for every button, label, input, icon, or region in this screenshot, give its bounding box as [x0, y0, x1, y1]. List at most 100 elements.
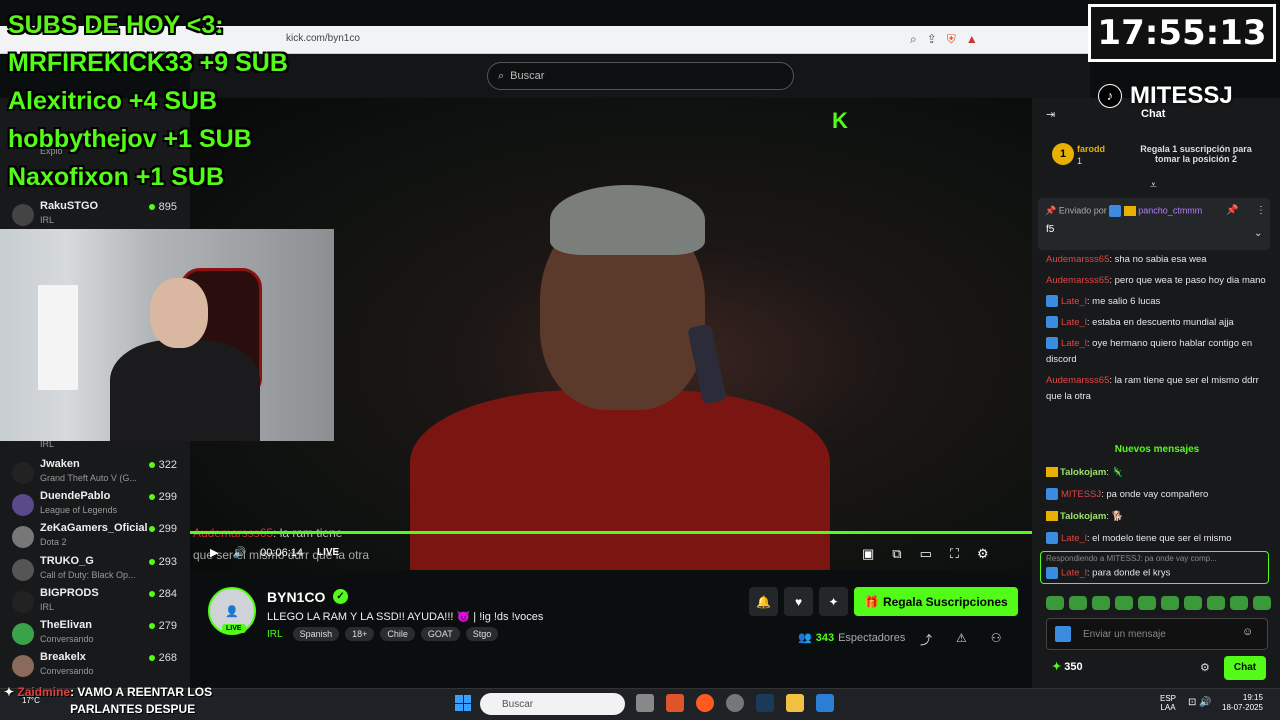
sidebar-item-theelivan[interactable]: TheElivan Conversando 279	[0, 617, 185, 647]
more-options-icon[interactable]: ⋮	[1256, 205, 1266, 216]
tag[interactable]: Stgo	[465, 627, 499, 641]
chat-message[interactable]: Late_l: el modelo tiene que ser el mismo	[1046, 531, 1268, 553]
report-warning-icon[interactable]: ⚠	[956, 631, 967, 648]
sidebar-item-zekagamers[interactable]: ZeKaGamers_Oficial Dota 2 299	[0, 520, 185, 550]
emote-icon[interactable]	[1207, 596, 1225, 610]
chat-message[interactable]: Late_l: me salio 6 lucas	[1046, 294, 1268, 310]
tag[interactable]: Chile	[380, 627, 415, 641]
sidebar-item-breakelx[interactable]: Breakelx Conversando 268	[0, 649, 185, 679]
chat-message[interactable]: Late_l: estaba en descuento mundial ajja	[1046, 315, 1268, 331]
chevron-down-icon[interactable]: ⌄	[1254, 228, 1262, 239]
sidebar-item-duendepablo[interactable]: DuendePablo League of Legends 299	[0, 488, 185, 518]
theater-icon[interactable]: ▭	[920, 546, 932, 562]
sidebar-item-truko[interactable]: TRUKO_G Call of Duty: Black Op... 293	[0, 553, 185, 583]
emote-icon[interactable]	[1230, 596, 1248, 610]
chat-user[interactable]: Audemarsss65	[1046, 275, 1109, 286]
app-icon[interactable]	[696, 694, 714, 712]
chat-user[interactable]: MITESSJ	[1061, 489, 1101, 500]
unpin-icon[interactable]: 📌	[1226, 205, 1238, 216]
taskbar-clock[interactable]: 19:15 18-07-2025	[1222, 693, 1263, 713]
viewer-count: 279	[149, 620, 177, 632]
chat-user[interactable]: Late_l	[1061, 338, 1087, 349]
brave-browser-icon[interactable]	[666, 694, 684, 712]
badge-icon	[1046, 532, 1058, 545]
chat-message[interactable]: Talokojam: 🦎	[1046, 465, 1268, 487]
sidebar-item-rakustgo[interactable]: RakuSTGO IRL 895	[0, 198, 185, 228]
taskbar-date: 18-07-2025	[1222, 703, 1263, 712]
chat-input[interactable]: Enviar un mensaje	[1046, 618, 1268, 650]
emote-icon[interactable]	[1115, 596, 1133, 610]
clip-icon[interactable]: ⧉	[892, 546, 901, 562]
miniplayer-icon[interactable]: ▣	[862, 546, 874, 562]
settings-gear-icon[interactable]: ⚙	[977, 546, 989, 562]
viewer-count: 268	[149, 652, 177, 664]
search-input[interactable]: ⌕ Buscar	[487, 62, 794, 90]
taskbar-search[interactable]: Buscar	[480, 693, 625, 715]
sidebar-item-bigprods[interactable]: BIGPRODS IRL 284	[0, 585, 185, 615]
chat-user[interactable]: Talokojam	[1060, 511, 1106, 522]
brave-shield-icon[interactable]: ⛨	[947, 32, 956, 47]
follow-heart-icon[interactable]: ♥	[784, 587, 813, 616]
chat-user[interactable]: Talokojam	[1060, 467, 1106, 478]
chat-collapse-icon[interactable]: ⇥	[1046, 108, 1055, 121]
wifi-volume-icons[interactable]: ⊡ 🔊	[1188, 697, 1212, 708]
emote-icon[interactable]	[1092, 596, 1110, 610]
play-icon[interactable]: ▶	[210, 546, 218, 559]
emote-icon[interactable]	[1138, 596, 1156, 610]
chat-settings-gear-icon[interactable]: ⚙	[1200, 661, 1210, 674]
language-indicator[interactable]: ESP LAA	[1160, 694, 1176, 712]
steam-icon[interactable]	[756, 694, 774, 712]
sparkle-icon[interactable]: ✦	[819, 587, 848, 616]
verified-icon: ✓	[333, 589, 348, 604]
live-indicator[interactable]: LIVE	[317, 547, 339, 558]
fullscreen-icon[interactable]: ⛶	[950, 546, 959, 562]
address-bar[interactable]: kick.com/byn1co	[286, 33, 360, 44]
emoji-picker-icon[interactable]: ☺	[1242, 626, 1253, 638]
tag[interactable]: Spanish	[292, 627, 340, 641]
tag[interactable]: GOAT	[420, 627, 460, 641]
app-icon[interactable]	[816, 694, 834, 712]
stream-category[interactable]: IRL	[267, 629, 283, 640]
channel-points[interactable]: 350	[1052, 660, 1082, 673]
sidebar-item-jwaken[interactable]: Jwaken Grand Theft Auto V (G... 322	[0, 456, 185, 486]
share-icon[interactable]: ⇪	[927, 32, 937, 47]
chat-user[interactable]: Late_l	[1061, 296, 1087, 307]
top-gifter-cta[interactable]: Regala 1 suscripción para tomar la posic…	[1136, 144, 1256, 164]
chat-user[interactable]: Late_l	[1061, 568, 1087, 579]
chat-user[interactable]: Late_l	[1061, 317, 1087, 328]
file-explorer-icon[interactable]	[786, 694, 804, 712]
chat-message[interactable]: Talokojam: 🐕	[1046, 509, 1268, 531]
notifications-bell-icon[interactable]: 🔔	[749, 587, 778, 616]
task-view-icon[interactable]	[636, 694, 654, 712]
user-options-icon[interactable]: ⚇	[991, 631, 1002, 648]
rewards-icon[interactable]: ▲	[966, 32, 978, 47]
chat-message[interactable]: Audemarsss65: sha no sabia esa wea	[1046, 252, 1268, 268]
emote-icon[interactable]	[1184, 596, 1202, 610]
emote-icon[interactable]	[1069, 596, 1087, 610]
share-icon[interactable]: ⤴	[920, 631, 932, 648]
chat-message[interactable]: Late_l: oye hermano quiero hablar contig…	[1046, 336, 1268, 368]
zoom-icon[interactable]: ⌕	[910, 32, 917, 47]
new-messages-button[interactable]: Nuevos mensajes	[1046, 444, 1268, 455]
app-icon[interactable]	[726, 694, 744, 712]
top-gifter-name[interactable]: farodd	[1077, 144, 1105, 154]
windows-start-icon[interactable]	[455, 695, 471, 711]
gift-subs-button[interactable]: 🎁 Regala Suscripciones	[854, 587, 1018, 616]
player-controls-right: ▣ ⧉ ▭ ⛶ ⚙	[862, 546, 989, 562]
emote-icon[interactable]	[1046, 596, 1064, 610]
channel-name[interactable]: BYN1CO	[267, 589, 325, 605]
emote-icon[interactable]	[1253, 596, 1271, 610]
progress-bar[interactable]	[190, 531, 1032, 534]
chat-message[interactable]: Audemarsss65: pero que wea te paso hoy d…	[1046, 273, 1268, 289]
chat-user[interactable]: Audemarsss65	[1046, 254, 1109, 265]
volume-icon[interactable]: 🔊	[232, 546, 246, 559]
pinned-user[interactable]: pancho_ctmmm	[1138, 205, 1202, 215]
chat-send-button[interactable]: Chat	[1224, 656, 1266, 680]
chat-user[interactable]: Late_l	[1061, 533, 1087, 544]
tag[interactable]: 18+	[345, 627, 375, 641]
chat-message[interactable]: MITESSJ: pa onde vay compañero	[1046, 487, 1268, 509]
emote-icon[interactable]	[1161, 596, 1179, 610]
chat-message[interactable]: Audemarsss65: la ram tiene que ser el mi…	[1046, 373, 1268, 405]
chat-user[interactable]: Audemarsss65	[1046, 375, 1109, 386]
filter-icon[interactable]: ⩡	[1150, 178, 1157, 193]
